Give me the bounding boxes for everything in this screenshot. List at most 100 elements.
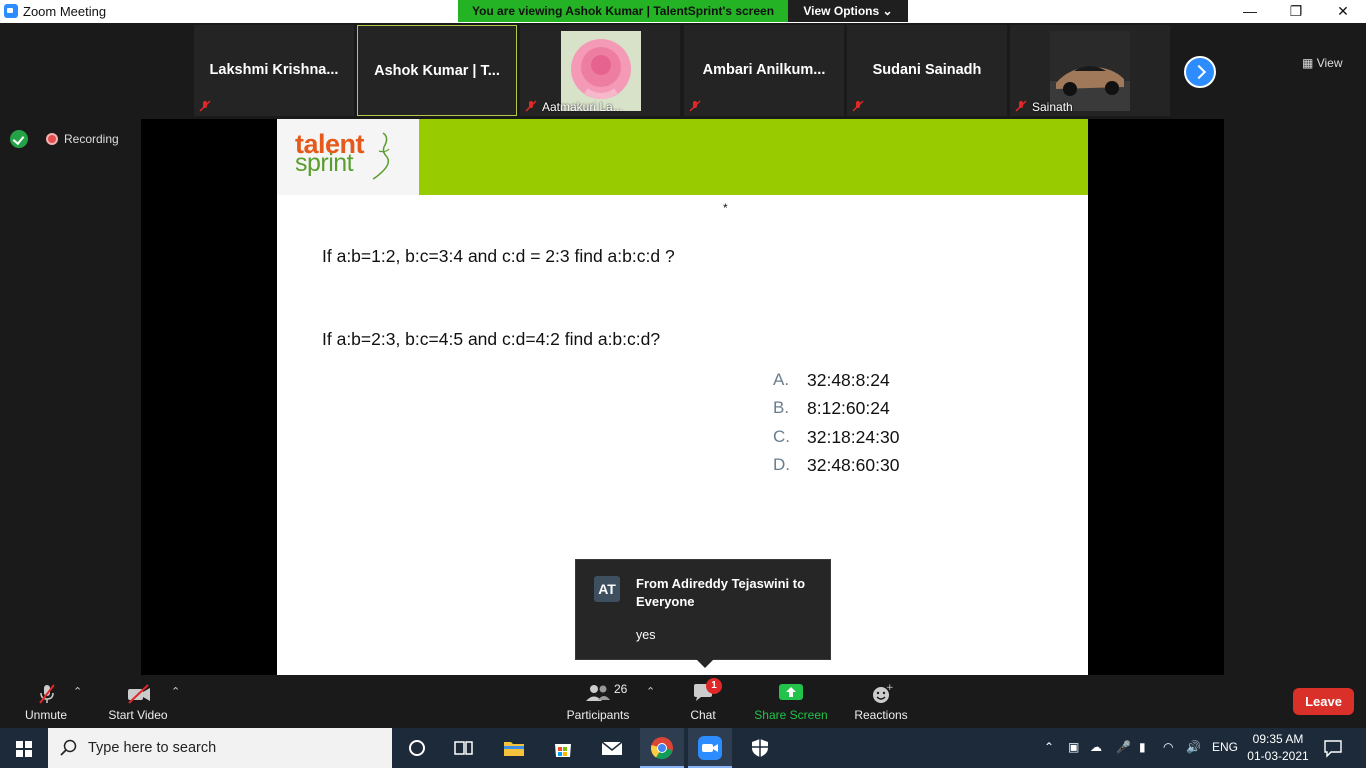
participant-tile[interactable]: Lakshmi Krishna...	[194, 25, 354, 116]
talentsprint-logo: talent sprint	[277, 119, 419, 195]
share-screen-button[interactable]: Share Screen	[752, 675, 830, 728]
option-letter: D.	[773, 455, 790, 474]
wifi-icon[interactable]: ◠	[1163, 740, 1173, 754]
participants-label: Participants	[566, 708, 630, 722]
option-text: 32:48:60:30	[807, 455, 900, 475]
next-page-button[interactable]	[1184, 56, 1216, 88]
reactions-label: Reactions	[854, 708, 908, 722]
participant-tile[interactable]: Ambari Anilkum...	[684, 25, 844, 116]
minimize-button[interactable]: —	[1227, 0, 1273, 23]
clock-date: 01-03-2021	[1247, 749, 1309, 763]
participants-icon	[586, 685, 610, 701]
participant-name: Ashok Kumar | T...	[374, 63, 500, 79]
clock-time: 09:35 AM	[1252, 732, 1304, 746]
option-text: 8:12:60:24	[807, 398, 890, 418]
muted-mic-icon	[1015, 100, 1027, 112]
file-explorer-icon[interactable]	[502, 737, 526, 759]
grid-icon: ▦	[1302, 56, 1314, 70]
option-letter: C.	[773, 427, 790, 446]
audio-options-caret[interactable]: ⌃	[73, 685, 83, 698]
view-layout-button[interactable]: ▦ View	[1302, 56, 1358, 76]
rose-avatar-image	[561, 31, 641, 111]
gallery-strip: Lakshmi Krishna... Ashok Kumar | T... Aa…	[0, 23, 1366, 119]
microphone-icon[interactable]: 🎤	[1116, 740, 1131, 754]
video-off-icon	[128, 684, 150, 704]
show-hidden-icons[interactable]: ⌃	[1044, 740, 1054, 754]
participant-tile[interactable]: Sudani Sainadh	[847, 25, 1007, 116]
start-video-label: Start Video	[108, 708, 168, 722]
share-screen-icon	[779, 684, 803, 700]
reactions-button[interactable]: + Reactions	[850, 675, 912, 728]
participant-name: Ambari Anilkum...	[702, 62, 826, 78]
video-options-caret[interactable]: ⌃	[171, 685, 181, 698]
participant-tile-active[interactable]: Ashok Kumar | T...	[357, 25, 517, 116]
microsoft-store-icon[interactable]	[551, 737, 575, 759]
windows-start-icon[interactable]	[16, 741, 32, 757]
taskbar-search-box[interactable]: Type here to search	[48, 728, 392, 768]
option-text: 32:48:8:24	[807, 370, 890, 390]
muted-mic-icon	[199, 100, 211, 112]
slide-header-bar	[419, 119, 1088, 195]
muted-mic-icon	[525, 100, 537, 112]
participant-name: Sainath	[1032, 100, 1073, 114]
view-options-label: View Options	[803, 4, 880, 18]
recording-icon	[46, 133, 58, 145]
view-options-button[interactable]: View Options ⌄	[788, 0, 908, 22]
security-shield-icon[interactable]	[748, 737, 772, 759]
chevron-down-icon: ⌄	[882, 4, 893, 18]
chrome-taskbar-button[interactable]	[640, 728, 684, 768]
zoom-icon	[698, 736, 722, 760]
task-view-icon[interactable]	[452, 737, 476, 759]
onedrive-icon[interactable]: ☁	[1090, 740, 1102, 754]
muted-mic-icon	[39, 684, 55, 704]
close-button[interactable]: ✕	[1320, 0, 1366, 23]
notifications-icon[interactable]	[1323, 738, 1343, 758]
car-avatar-image	[1050, 31, 1130, 111]
cortana-icon[interactable]	[405, 737, 429, 759]
search-icon	[60, 739, 77, 756]
start-video-button[interactable]: Start Video	[104, 675, 172, 728]
muted-mic-icon	[852, 100, 864, 112]
taskbar-clock[interactable]: 09:35 AM 01-03-2021	[1242, 731, 1314, 765]
svg-text:+: +	[886, 683, 893, 693]
view-label: View	[1316, 56, 1343, 70]
participant-tile[interactable]: Aatmakuri La...	[520, 25, 680, 116]
restore-button[interactable]: ❐	[1273, 0, 1319, 23]
question-2: If a:b=2:3, b:c=4:5 and c:d=4:2 find a:b…	[322, 329, 661, 349]
chat-label: Chat	[690, 708, 716, 722]
sender-avatar: AT	[594, 576, 620, 602]
recording-label: Recording	[64, 132, 119, 146]
language-indicator[interactable]: ENG	[1212, 740, 1238, 754]
unmute-button[interactable]: Unmute	[15, 675, 77, 728]
meet-now-icon[interactable]: ▣	[1068, 740, 1079, 754]
participant-tile[interactable]: Sainath	[1010, 25, 1170, 116]
participants-options-caret[interactable]: ⌃	[646, 685, 656, 698]
unmute-label: Unmute	[24, 708, 68, 722]
title-bar: Zoom Meeting You are viewing Ashok Kumar…	[0, 0, 1366, 23]
reactions-icon: +	[873, 683, 893, 703]
muted-mic-icon	[689, 100, 701, 112]
participant-name: Aatmakuri La...	[542, 100, 623, 114]
volume-icon[interactable]: 🔊	[1186, 740, 1201, 754]
participants-button[interactable]: 26 Participants	[562, 675, 634, 728]
window-title: Zoom Meeting	[23, 4, 107, 19]
slide-dot: *	[723, 201, 728, 215]
zoom-app-icon	[4, 4, 18, 18]
chat-notification[interactable]: AT From Adireddy Tejaswini to Everyone y…	[575, 559, 831, 668]
chat-message: yes	[636, 628, 656, 642]
chat-unread-badge: 1	[706, 678, 722, 694]
windows-taskbar: Type here to search ⌃ ▣ ☁ 🎤 ▮ ◠ 🔊 ENG 09…	[0, 728, 1366, 768]
leave-button[interactable]: Leave	[1293, 688, 1354, 715]
battery-icon[interactable]: ▮	[1139, 740, 1146, 754]
option-letter: B.	[773, 398, 790, 417]
option-letter: A.	[773, 370, 790, 389]
participant-name: Lakshmi Krishna...	[209, 62, 339, 78]
runner-logo-icon	[372, 132, 390, 180]
encryption-shield-icon[interactable]	[10, 130, 28, 148]
chrome-icon	[650, 737, 673, 760]
zoom-taskbar-button[interactable]	[688, 728, 732, 768]
participant-name: Sudani Sainadh	[872, 62, 982, 78]
meeting-toolbar: Unmute ⌃ Start Video ⌃ 26 Participants ⌃…	[0, 675, 1366, 728]
mail-icon[interactable]	[600, 737, 624, 759]
chat-sender: From Adireddy Tejaswini to Everyone	[636, 576, 806, 609]
